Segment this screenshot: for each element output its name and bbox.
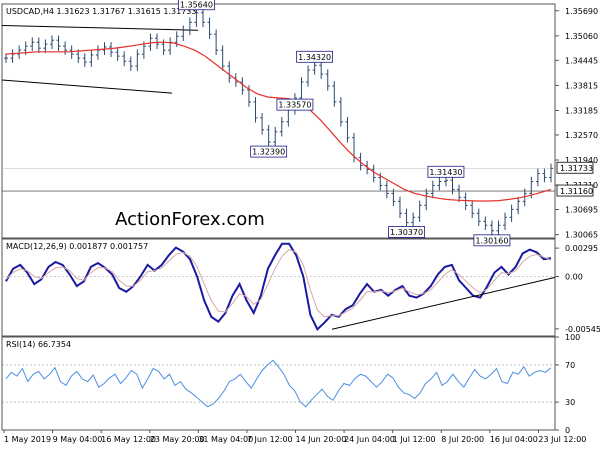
price-header: USDCAD,H4 1.31623 1.31767 1.31615 1.3173… [6,7,196,16]
x-tick-label: 23 Jul 12:00 [538,435,586,444]
watermark: ActionForex.com [115,209,265,230]
price-tick-label: 1.33185 [565,106,598,115]
x-tick-label: 9 May 04:00 [53,435,103,444]
price-annotation: 1.30370 [390,228,423,237]
price-tick-label: 1.35060 [565,32,598,41]
price-annotation: 1.31430 [429,168,462,177]
rsi-tick-label: 70 [565,361,575,370]
macd-header: MACD(12,26,9) 0.001877 0.001757 [6,242,148,251]
chart-canvas: ActionForex.com USDCAD,H4 1.31623 1.31767… [1,0,600,444]
x-tick-label: 23 May 20:00 [150,435,205,444]
rsi-tick-label: 100 [565,333,580,342]
x-tick-label: 14 Jun 20:00 [296,435,347,444]
x-tick-label: 7 Jun 12:00 [247,435,293,444]
rsi-tick-label: 30 [565,398,575,407]
price-annotation: 1.35640 [180,0,213,9]
x-tick-label: 31 May 04:00 [198,435,253,444]
rsi-header: RSI(14) 66.7354 [6,340,71,349]
price-tick-label: 1.33815 [565,81,598,90]
rsi-tick-label: 0 [565,426,570,435]
price-tick-label: 1.30695 [565,206,598,215]
price-annotation: 1.33570 [278,101,311,110]
price-annotation: 1.32390 [252,148,285,157]
price-tick-label: 1.32570 [565,131,598,140]
level-label: 1.31160 [560,187,593,196]
x-tick-label: 16 Jul 04:00 [490,435,538,444]
x-tick-label: 24 Jun 04:00 [344,435,395,444]
price-tick-label: 1.30065 [565,231,598,240]
x-tick-label: 8 Jul 20:00 [441,435,484,444]
x-tick-label: 1 May 2019 [4,435,51,444]
last-price-label: 1.31733 [560,164,593,173]
price-tick-label: 1.35690 [565,7,598,16]
price-annotation: 1.30160 [475,236,508,245]
x-tick-label: 16 May 12:00 [101,435,156,444]
price-annotation: 1.34320 [298,53,331,62]
macd-tick-label: 0.00295 [565,244,598,253]
rsi-panel-frame [1,336,556,431]
price-tick-label: 1.34445 [565,56,598,65]
x-tick-label: 1 Jul 12:00 [393,435,436,444]
macd-tick-label: 0.00 [565,272,583,281]
